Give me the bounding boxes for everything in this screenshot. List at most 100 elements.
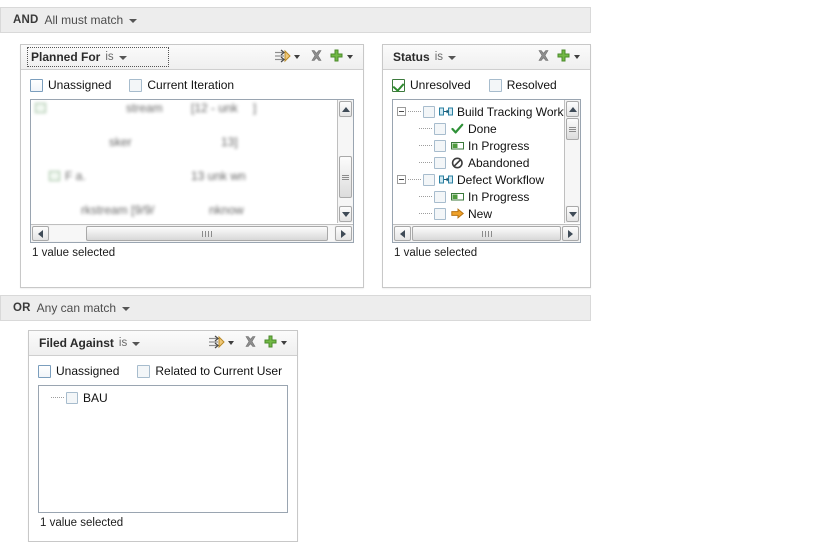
tree-row-workflow[interactable]: Build Tracking Workflow: [393, 103, 564, 120]
chevron-left-icon: [38, 229, 43, 238]
list-item[interactable]: stream [12 - unk ]: [31, 100, 337, 117]
chevron-down-icon[interactable]: [294, 55, 300, 59]
tree-checkbox[interactable]: [434, 190, 446, 203]
checkbox-box[interactable]: [488, 78, 502, 92]
tree-checkbox[interactable]: [434, 139, 446, 152]
in-progress-icon: [450, 190, 464, 203]
scroll-thumb[interactable]: [412, 226, 561, 241]
chevron-down-icon[interactable]: [129, 19, 138, 23]
checkbox-current-iteration[interactable]: Current Iteration: [129, 78, 234, 92]
tree-connector: [408, 179, 421, 180]
checkbox-box[interactable]: [38, 364, 51, 378]
tree-checkbox[interactable]: [423, 105, 435, 118]
value-count-planned-for: 1 value selected: [32, 247, 116, 259]
add-condition-button-filed-against[interactable]: [262, 333, 292, 353]
tree-row-status[interactable]: New: [393, 205, 564, 222]
scroll-left-button[interactable]: [394, 226, 411, 241]
checkbox-box[interactable]: [392, 78, 405, 92]
checkbox-unassigned-filed-against[interactable]: Unassigned: [38, 364, 119, 378]
add-condition-button-planned-for[interactable]: [328, 47, 358, 67]
value-tree-status[interactable]: Build Tracking Workflow Done: [392, 99, 581, 243]
narrow-button-planned-for[interactable]: [273, 47, 305, 67]
checkbox-related-to-current-user[interactable]: Related to Current User: [137, 364, 282, 378]
horizontal-scrollbar-planned-for[interactable]: [31, 224, 353, 242]
vertical-scrollbar-status[interactable]: [564, 100, 580, 223]
narrow-button-filed-against[interactable]: [207, 333, 239, 353]
list-item-text: F a.: [65, 169, 86, 183]
checkbox-resolved[interactable]: Resolved: [488, 78, 557, 92]
tree-checkbox[interactable]: [434, 122, 446, 135]
checkbox-box[interactable]: [137, 364, 151, 378]
scroll-down-button[interactable]: [339, 206, 352, 222]
chevron-down-icon[interactable]: [118, 56, 127, 60]
chevron-down-icon[interactable]: [281, 341, 287, 345]
chevron-down-icon[interactable]: [574, 55, 580, 59]
chevron-down-icon[interactable]: [228, 341, 234, 345]
vertical-scrollbar-planned-for[interactable]: [337, 100, 353, 223]
chevron-up-icon: [568, 106, 577, 112]
scroll-track[interactable]: [412, 226, 561, 241]
checkbox-unresolved[interactable]: Unresolved: [392, 78, 471, 92]
attribute-selector-planned-for[interactable]: Planned For is: [27, 47, 169, 67]
checkbox-box[interactable]: [30, 78, 43, 92]
scroll-thumb[interactable]: [339, 156, 352, 198]
tree-checkbox[interactable]: [66, 391, 78, 404]
tree-row-status[interactable]: In Progress: [393, 137, 564, 154]
tree-row-label: Done: [468, 121, 497, 136]
tree-checkbox[interactable]: [434, 207, 446, 220]
attribute-selector-filed-against[interactable]: Filed Against is: [36, 334, 145, 352]
tree-row-status[interactable]: In Progress: [393, 188, 564, 205]
remove-condition-button-status[interactable]: [535, 47, 552, 67]
iteration-icon: [35, 103, 46, 113]
collapse-toggle-icon[interactable]: [397, 175, 406, 184]
attribute-selector-status[interactable]: Status is: [390, 48, 461, 66]
scroll-track[interactable]: [50, 226, 334, 241]
list-item-selected[interactable]: Extract Workstream [9/9/13 - unknown]: [31, 222, 337, 223]
checkbox-unassigned-planned-for[interactable]: Unassigned: [30, 78, 111, 92]
chevron-down-icon: [341, 211, 350, 217]
list-item-text: rkstream [9/9/: [81, 203, 155, 217]
chevron-down-icon[interactable]: [448, 56, 456, 60]
list-item[interactable]: sker 13]: [31, 134, 337, 151]
value-list-planned-for[interactable]: stream [12 - unk ] sker 13] F a. 13 unk …: [30, 99, 354, 243]
chevron-down-icon[interactable]: [347, 55, 353, 59]
scroll-thumb[interactable]: [566, 118, 579, 140]
group-bar-or[interactable]: OR Any can match: [0, 295, 591, 321]
tree-row-status[interactable]: Done: [393, 120, 564, 137]
quick-filters-planned-for: Unassigned Current Iteration: [30, 78, 354, 92]
tree-row-category[interactable]: BAU: [39, 389, 287, 406]
checkbox-box[interactable]: [129, 78, 143, 92]
list-item[interactable]: rkstream [9/9/ nknow: [31, 202, 337, 219]
remove-condition-button-filed-against[interactable]: [242, 333, 259, 353]
list-item-text: [12 - unk: [191, 101, 238, 115]
tree-row-status[interactable]: Reopened: [393, 222, 564, 223]
value-tree-filed-against[interactable]: BAU: [38, 385, 288, 513]
chevron-down-icon[interactable]: [132, 342, 141, 346]
remove-condition-button-planned-for[interactable]: [308, 47, 325, 67]
tree-checkbox[interactable]: [434, 156, 446, 169]
scroll-track[interactable]: [565, 118, 580, 205]
collapse-toggle-icon[interactable]: [397, 107, 406, 116]
add-condition-button-status[interactable]: [555, 47, 585, 67]
scroll-thumb[interactable]: [86, 226, 328, 241]
attribute-name: Filed Against: [39, 336, 114, 350]
scroll-down-button[interactable]: [566, 206, 579, 222]
workflow-icon: [439, 173, 453, 186]
scroll-left-button[interactable]: [32, 226, 49, 241]
horizontal-scrollbar-status[interactable]: [393, 224, 580, 242]
scroll-up-button[interactable]: [566, 101, 579, 117]
chevron-down-icon[interactable]: [122, 307, 131, 311]
chevron-right-icon: [568, 229, 573, 238]
checkbox-label: Current Iteration: [147, 78, 235, 92]
scroll-right-button[interactable]: [562, 226, 579, 241]
group-bar-and[interactable]: AND All must match: [0, 7, 591, 33]
scroll-up-button[interactable]: [339, 101, 352, 117]
list-item-text: nknow: [209, 203, 244, 217]
tree-row-workflow[interactable]: Defect Workflow: [393, 171, 564, 188]
tree-checkbox[interactable]: [423, 173, 435, 186]
scroll-track[interactable]: [338, 118, 353, 205]
list-item[interactable]: F a. 13 unk wn: [31, 168, 337, 185]
scroll-right-button[interactable]: [335, 226, 352, 241]
tree-row-status[interactable]: Abandoned: [393, 154, 564, 171]
list-item-text: 13]: [221, 135, 238, 149]
